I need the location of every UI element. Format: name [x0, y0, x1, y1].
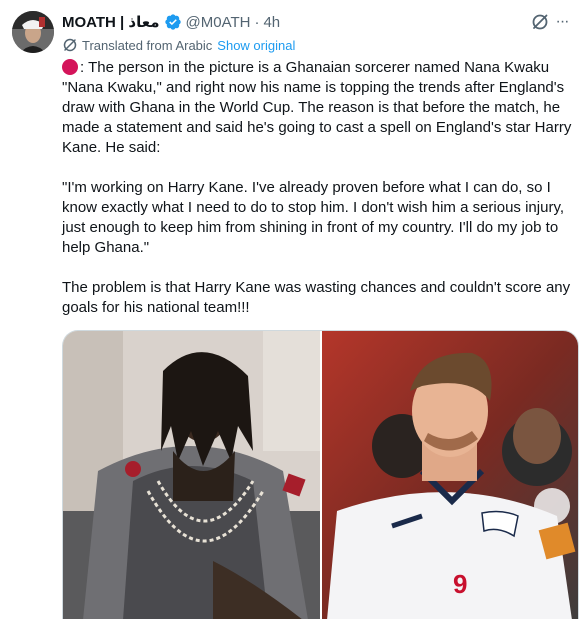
- avatar[interactable]: [12, 11, 54, 53]
- grok-icon[interactable]: [530, 12, 550, 32]
- display-name[interactable]: MOATH | معاذ: [62, 13, 160, 31]
- more-icon[interactable]: ···: [552, 12, 572, 32]
- show-original-link[interactable]: Show original: [217, 38, 295, 53]
- red-circle-emoji: [62, 59, 78, 75]
- photo-sorcerer[interactable]: [63, 331, 320, 619]
- timestamp[interactable]: 4h: [263, 14, 280, 31]
- handle[interactable]: @M0ATH: [186, 14, 251, 31]
- photo-harry-kane[interactable]: 9: [322, 331, 578, 619]
- separator-dot: ·: [254, 13, 260, 31]
- tweet-header: MOATH | معاذ @M0ATH · 4h: [62, 11, 280, 33]
- media-grid: 9: [62, 330, 579, 619]
- verified-badge-icon[interactable]: [164, 13, 182, 31]
- translated-label: Translated from Arabic: [82, 37, 213, 53]
- tweet[interactable]: MOATH | معاذ @M0ATH · 4h ··· Translated …: [0, 0, 580, 619]
- tweet-text: : The person in the picture is a Ghanaia…: [62, 58, 572, 318]
- translate-icon: [62, 37, 78, 53]
- translation-notice: Translated from Arabic Show original: [62, 36, 295, 54]
- tweet-body: : The person in the picture is a Ghanaia…: [62, 59, 572, 316]
- shirt-number: 9: [453, 569, 467, 599]
